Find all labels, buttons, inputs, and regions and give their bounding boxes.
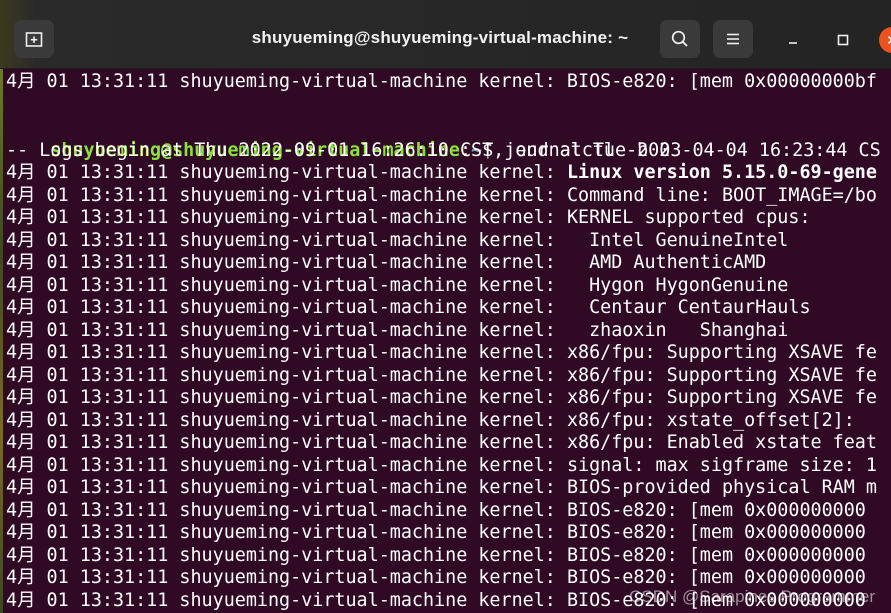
menu-button[interactable]: [713, 20, 753, 58]
log-message: Centaur CentaurHauls: [566, 297, 811, 318]
log-message: x86/fpu: Supporting XSAVE fe: [566, 387, 877, 408]
hamburger-menu-icon: [727, 33, 739, 45]
log-line: 4月 01 13:31:11 shuyueming-virtual-machin…: [6, 162, 877, 185]
log-prefix: 4月 01 13:31:11 shuyueming-virtual-machin…: [6, 252, 567, 273]
minimize-button[interactable]: [781, 28, 805, 52]
log-message: Intel GenuineIntel: [566, 229, 789, 251]
log-message: BIOS-e820: [mem 0x000000000: [566, 567, 866, 588]
log-line: 4月 01 13:31:11 shuyueming-virtual-machin…: [6, 275, 788, 298]
log-prefix: 4月 01 13:31:11 shuyueming-virtual-machin…: [6, 567, 567, 588]
log-prefix: 4月 01 13:31:11 shuyueming-virtual-machin…: [6, 342, 567, 363]
log-prefix: 4月 01 13:31:11 shuyueming-virtual-machin…: [6, 297, 567, 318]
log-message: KERNEL supported cpus:: [566, 207, 811, 228]
window-title: shuyueming@shuyueming-virtual-machine: ~: [251, 28, 629, 47]
terminal-output[interactable]: 4月 01 13:31:11 shuyueming-virtual-machin…: [0, 69, 891, 613]
close-icon: [887, 35, 891, 45]
log-line: 4月 01 13:31:11 shuyueming-virtual-machin…: [6, 432, 877, 455]
log-message: BIOS-provided physical RAM m: [566, 477, 877, 498]
log-line: 4月 01 13:31:11 shuyueming-virtual-machin…: [6, 185, 877, 208]
log-prefix: 4月 01 13:31:11 shuyueming-virtual-machin…: [6, 364, 567, 386]
log-message: BIOS-e820: [mem 0x000000000: [566, 522, 866, 543]
log-prefix: 4月 01 13:31:11 shuyueming-virtual-machin…: [6, 409, 567, 431]
log-message: x86/fpu: Enabled xstate feat: [566, 432, 877, 453]
log-prefix: 4月 01 13:31:11 shuyueming-virtual-machin…: [6, 207, 567, 228]
log-line: 4月 01 13:31:11 shuyueming-virtual-machin…: [6, 342, 877, 365]
log-line: 4月 01 13:31:11 shuyueming-virtual-machin…: [6, 410, 855, 433]
log-prefix: 4月 01 13:31:11 shuyueming-virtual-machin…: [6, 544, 567, 566]
log-message: BIOS-e820: [mem 0x000000000: [566, 544, 866, 566]
watermark: CSDN @Sarapines Programmer: [629, 587, 875, 606]
maximize-icon: [837, 34, 849, 46]
log-message: x86/fpu: xstate_offset[2]:: [566, 409, 855, 431]
title-bar: shuyueming@shuyueming-virtual-machine: ~: [0, 0, 891, 69]
maximize-button[interactable]: [831, 28, 855, 52]
log-message: zhaoxin Shanghai: [566, 319, 789, 341]
log-prefix: 4月 01 13:31:11 shuyueming-virtual-machin…: [6, 162, 567, 183]
log-line: 4月 01 13:31:11 shuyueming-virtual-machin…: [6, 387, 877, 410]
log-line: 4月 01 13:31:11 shuyueming-virtual-machin…: [6, 252, 766, 275]
log-prefix: 4月 01 13:31:11 shuyueming-virtual-machin…: [6, 499, 567, 521]
log-line: 4月 01 13:31:11 shuyueming-virtual-machin…: [6, 545, 866, 568]
log-line: 4月 01 13:31:11 shuyueming-virtual-machin…: [6, 320, 788, 343]
log-message: x86/fpu: Supporting XSAVE fe: [566, 364, 877, 386]
log-line: 4月 01 13:31:11 shuyueming-virtual-machin…: [6, 365, 877, 388]
log-line: 4月 01 13:31:11 shuyueming-virtual-machin…: [6, 522, 866, 545]
log-prefix: 4月 01 13:31:11 shuyueming-virtual-machin…: [6, 522, 567, 543]
minimize-icon: [789, 42, 797, 44]
new-tab-icon: [25, 32, 43, 47]
log-prefix: 4月 01 13:31:11 shuyueming-virtual-machin…: [6, 184, 567, 206]
log-line: 4月 01 13:31:11 shuyueming-virtual-machin…: [6, 500, 866, 523]
logs-begin-line: -- Logs begin at Thu 2022-09-01 16:26:10…: [6, 139, 881, 161]
log-line: 4月 01 13:31:11 shuyueming-virtual-machin…: [6, 230, 788, 253]
log-prefix: 4月 01 13:31:11 shuyueming-virtual-machin…: [6, 274, 567, 296]
log-message: x86/fpu: Supporting XSAVE fe: [566, 342, 877, 363]
log-prefix: 4月 01 13:31:11 shuyueming-virtual-machin…: [6, 387, 567, 408]
log-prefix: 4月 01 13:31:11 shuyueming-virtual-machin…: [6, 477, 567, 498]
log-line: 4月 01 13:31:11 shuyueming-virtual-machin…: [6, 477, 877, 500]
log-line: 4月 01 13:31:11 shuyueming-virtual-machin…: [6, 455, 877, 478]
search-button[interactable]: [660, 20, 700, 58]
log-message: Hygon HygonGenuine: [566, 274, 789, 296]
log-prefix: 4月 01 13:31:11 shuyueming-virtual-machin…: [6, 454, 567, 476]
search-icon: [671, 30, 688, 47]
new-tab-button[interactable]: [14, 20, 54, 58]
log-prefix: 4月 01 13:31:11 shuyueming-virtual-machin…: [6, 589, 567, 611]
log-prefix: 4月 01 13:31:11 shuyueming-virtual-machin…: [6, 432, 567, 453]
log-prefix: 4月 01 13:31:11 shuyueming-virtual-machin…: [6, 229, 567, 251]
prompt-line: shuyueming@shuyueming-virtual-machine:~$…: [6, 117, 670, 161]
log-message: signal: max sigframe size: 1: [566, 454, 877, 476]
log-line: 4月 01 13:31:11 shuyueming-virtual-machin…: [6, 297, 811, 320]
close-button[interactable]: [879, 27, 891, 53]
background-edge: [0, 69, 3, 613]
log-prefix: 4月 01 13:31:11 shuyueming-virtual-machin…: [6, 319, 567, 341]
log-message: AMD AuthenticAMD: [566, 252, 767, 273]
log-message: Command line: BOOT_IMAGE=/bo: [566, 184, 877, 206]
log-message: Linux version 5.15.0-69-gene: [566, 162, 877, 183]
log-message: BIOS-e820: [mem 0x000000000: [566, 499, 866, 521]
log-line-first: 4月 01 13:31:11 shuyueming-virtual-machin…: [6, 71, 877, 92]
log-line: 4月 01 13:31:11 shuyueming-virtual-machin…: [6, 207, 811, 230]
